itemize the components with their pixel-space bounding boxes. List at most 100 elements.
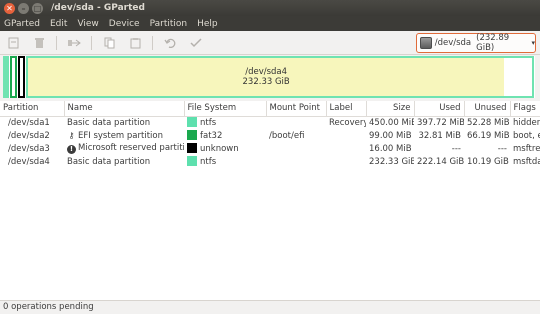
- table-row[interactable]: /dev/sda3 ! Microsoft reserved partition …: [0, 142, 540, 155]
- cell-used: ---: [451, 143, 461, 154]
- cell-flags: msftdata: [513, 156, 540, 167]
- cell-mountpoint: [266, 142, 326, 155]
- window-controls: ✕ – □: [4, 2, 43, 14]
- warning-icon: !: [67, 145, 76, 154]
- col-header-partition[interactable]: Partition: [0, 101, 65, 117]
- cell-partition: /dev/sda3: [8, 143, 50, 154]
- col-header-unused[interactable]: Unused: [464, 101, 511, 117]
- cell-flags: boot, esp: [513, 130, 540, 141]
- filesystem-text: unknown: [200, 144, 239, 154]
- col-header-filesystem[interactable]: File System: [184, 101, 267, 117]
- col-header-size[interactable]: Size: [366, 101, 415, 117]
- cell-partition: /dev/sda1: [8, 117, 50, 128]
- filesystem-color-swatch: [187, 143, 197, 153]
- cell-used: 32.81 MiB: [418, 130, 461, 141]
- cell-name-text: EFI system partition: [78, 130, 163, 141]
- disk-map: /dev/sda4 232.33 GiB: [3, 56, 535, 98]
- partition-block-sda2[interactable]: [10, 56, 17, 98]
- filesystem-text: ntfs: [200, 118, 217, 129]
- partition-table: Partition Name File System Mount Point L…: [0, 101, 540, 300]
- key-icon: ⚷: [68, 130, 75, 140]
- cell-mountpoint: [266, 155, 326, 168]
- status-text: 0 operations pending: [3, 302, 94, 312]
- cell-unused: 66.19 MiB: [467, 130, 510, 141]
- cell-partition: /dev/sda4: [8, 156, 50, 167]
- cell-size: 16.00 MiB: [369, 143, 412, 154]
- copy-icon[interactable]: [100, 34, 118, 52]
- partition-block-size: 232.33 GiB: [242, 77, 290, 87]
- table-row[interactable]: /dev/sda1 Basic data partition ntfs Reco…: [0, 116, 540, 129]
- cell-mountpoint: /boot/efi: [269, 130, 305, 141]
- minimize-icon[interactable]: –: [18, 2, 29, 14]
- apply-icon[interactable]: [187, 34, 205, 52]
- new-icon[interactable]: [4, 34, 22, 52]
- hard-disk-icon: [420, 37, 432, 49]
- toolbar-separator: [56, 35, 57, 50]
- close-icon[interactable]: ✕: [4, 2, 15, 14]
- device-name: /dev/sda: [434, 38, 472, 48]
- cell-label: [326, 129, 366, 142]
- table-row[interactable]: /dev/sda2 ⚷ EFI system partition fat32 /b…: [0, 129, 540, 142]
- device-selector[interactable]: /dev/sda (232.89 GiB) ▾: [416, 33, 536, 53]
- cell-filesystem: unknown: [184, 142, 266, 155]
- status-bar: 0 operations pending: [0, 300, 540, 314]
- cell-name: Basic data partition: [67, 117, 151, 128]
- toolbar-separator: [91, 35, 92, 50]
- menu-device[interactable]: Device: [109, 19, 140, 29]
- window-title: /dev/sda - GParted: [51, 3, 145, 13]
- maximize-icon[interactable]: □: [32, 2, 43, 14]
- col-header-flags[interactable]: Flags: [510, 101, 540, 117]
- toolbar-separator: [152, 35, 153, 50]
- cell-flags: msftres: [513, 143, 540, 154]
- filesystem-color-swatch: [187, 130, 197, 140]
- partition-block-label: /dev/sda4: [245, 67, 288, 77]
- cell-size: 99.00 MiB: [369, 130, 412, 141]
- cell-mountpoint: [266, 116, 326, 129]
- filesystem-color-swatch: [187, 117, 197, 128]
- delete-icon[interactable]: [30, 34, 48, 52]
- cell-flags: hidden, diag: [513, 117, 540, 128]
- cell-unused: 52.28 MiB: [467, 117, 510, 128]
- filesystem-text: ntfs: [200, 157, 217, 167]
- partition-block-sda1[interactable]: [3, 56, 9, 98]
- menu-help[interactable]: Help: [197, 19, 218, 29]
- cell-name: Basic data partition: [67, 156, 151, 167]
- paste-icon[interactable]: [126, 34, 144, 52]
- cell-filesystem: fat32: [184, 129, 266, 142]
- col-header-mountpoint[interactable]: Mount Point: [266, 101, 327, 117]
- chevron-down-icon: ▾: [531, 39, 535, 47]
- menu-bar: GParted Edit View Device Partition Help: [0, 16, 540, 31]
- cell-name: ⚷ EFI system partition: [64, 129, 184, 142]
- cell-used: 397.72 MiB: [417, 117, 464, 128]
- resize-move-icon[interactable]: [65, 34, 83, 52]
- menu-partition[interactable]: Partition: [150, 19, 188, 29]
- menu-gparted[interactable]: GParted: [4, 19, 40, 29]
- title-bar: ✕ – □ /dev/sda - GParted: [0, 0, 540, 16]
- col-header-used[interactable]: Used: [414, 101, 465, 117]
- menu-edit[interactable]: Edit: [50, 19, 67, 29]
- cell-label: Recovery: [329, 117, 366, 128]
- cell-size: 450.00 MiB: [369, 117, 414, 128]
- cell-filesystem: ntfs: [184, 116, 266, 129]
- col-header-name[interactable]: Name: [64, 101, 185, 117]
- partition-block-sda3[interactable]: [18, 56, 25, 98]
- table-row[interactable]: /dev/sda4 Basic data partition ntfs 232.…: [0, 155, 540, 168]
- cell-label: [326, 155, 366, 168]
- cell-name-text: Microsoft reserved partition: [78, 143, 184, 153]
- menu-view[interactable]: View: [77, 19, 98, 29]
- undo-icon[interactable]: [161, 34, 179, 52]
- filesystem-color-swatch: [187, 156, 197, 166]
- partition-block-sda4[interactable]: /dev/sda4 232.33 GiB: [26, 56, 534, 98]
- cell-unused: ---: [497, 143, 507, 154]
- cell-used: 222.14 GiB: [417, 156, 464, 167]
- cell-name: ! Microsoft reserved partition: [64, 142, 184, 155]
- cell-partition: /dev/sda2: [8, 130, 50, 141]
- cell-filesystem: ntfs: [184, 155, 266, 168]
- partition-used-area: /dev/sda4 232.33 GiB: [28, 58, 505, 96]
- cell-label: [326, 142, 366, 155]
- cell-unused: 10.19 GiB: [467, 156, 509, 167]
- cell-size: 232.33 GiB: [369, 156, 414, 167]
- table-header-row: Partition Name File System Mount Point L…: [0, 101, 540, 117]
- device-size: (232.89 GiB): [476, 33, 510, 53]
- col-header-label[interactable]: Label: [326, 101, 367, 117]
